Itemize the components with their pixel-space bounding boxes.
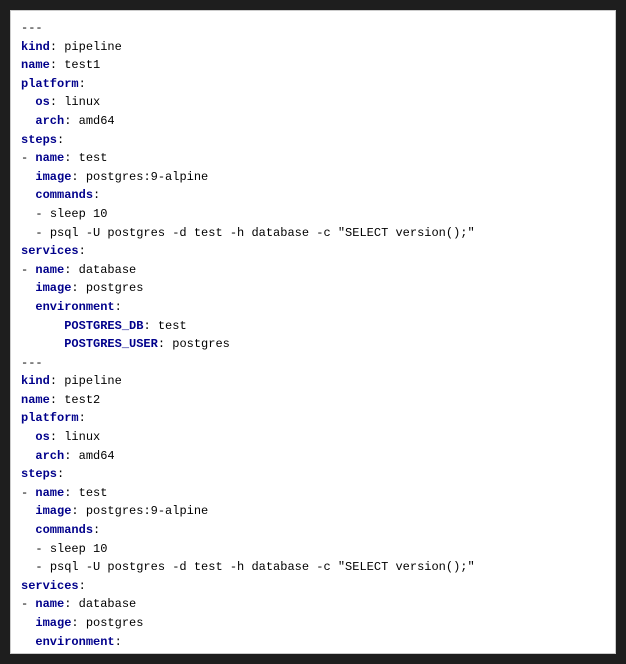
code-editor[interactable]: --- kind: pipeline name: test1 platform:… <box>10 10 616 654</box>
code-content: --- kind: pipeline name: test1 platform:… <box>21 19 605 654</box>
